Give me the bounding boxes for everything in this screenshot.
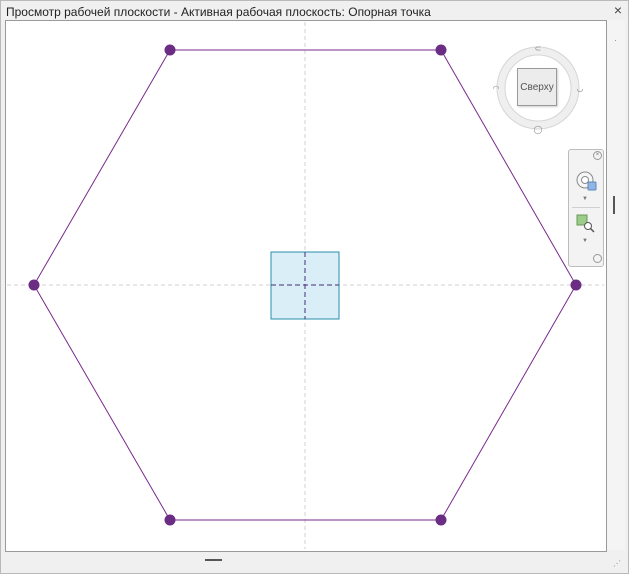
steering-dropdown-icon[interactable]: ▼ (582, 196, 588, 202)
navbar-separator (572, 207, 600, 208)
vertical-scrollbar[interactable] (607, 20, 625, 550)
navigation-bar: × ▼ ▼ (568, 149, 604, 267)
navbar-close-icon[interactable]: × (593, 151, 602, 160)
vertical-scroll-thumb[interactable] (613, 196, 615, 214)
scroll-up-icon[interactable]: · (614, 35, 617, 45)
vertex-handle[interactable] (28, 279, 40, 291)
navbar-options-icon[interactable] (593, 254, 602, 263)
vertex-handle[interactable] (435, 44, 447, 56)
vertex-handle[interactable] (570, 279, 582, 291)
horizontal-scroll-thumb[interactable] (205, 559, 222, 561)
viewcube-top-face[interactable]: Сверху (517, 68, 557, 106)
zoom-region-icon[interactable] (575, 213, 597, 233)
vertex-handle[interactable] (435, 514, 447, 526)
viewcube-face-label: Сверху (520, 81, 554, 93)
vertex-handle[interactable] (164, 44, 176, 56)
compass-e-icon: ◡ (577, 84, 584, 93)
steering-wheel-icon[interactable] (573, 169, 599, 193)
compass-s-icon: ◯ (534, 125, 543, 134)
compass-w-icon: ◠ (493, 84, 500, 93)
vertex-handle[interactable] (164, 514, 176, 526)
compass-n-icon: ⊂ (535, 44, 542, 53)
zoom-dropdown-icon[interactable]: ▼ (582, 238, 588, 244)
resize-grip-icon[interactable]: ⋰ (613, 560, 621, 568)
